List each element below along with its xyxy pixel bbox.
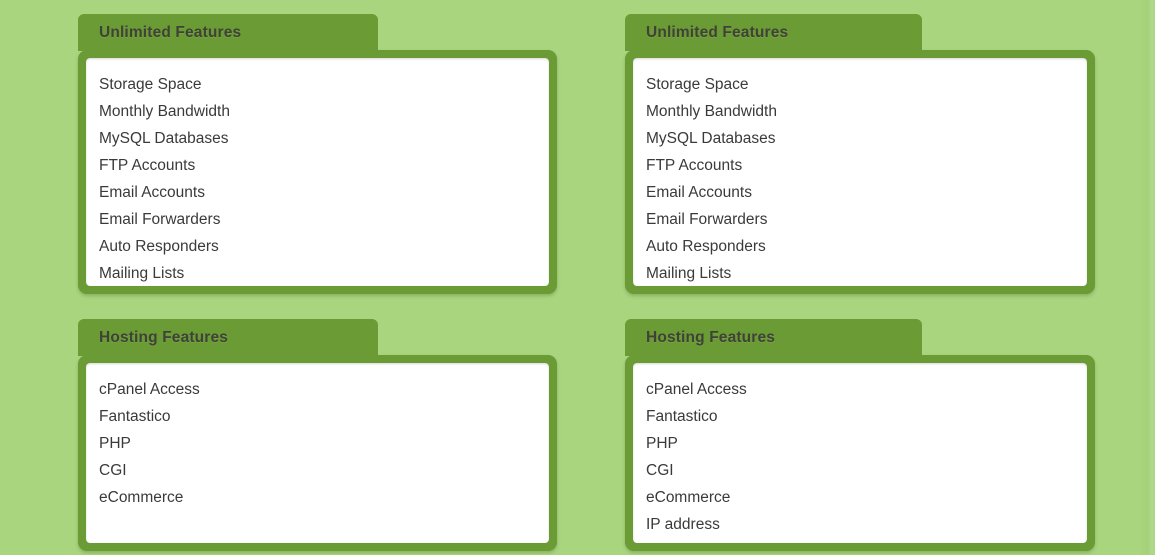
list-item: FTP Accounts bbox=[99, 157, 196, 174]
section-unlimited-features-left: Unlimited Features Storage Space Monthly… bbox=[78, 14, 557, 294]
list-item: Mailing Lists bbox=[99, 265, 185, 282]
section-title: Unlimited Features bbox=[99, 23, 242, 41]
section-header-unlimited-features-left: Unlimited Features bbox=[78, 14, 378, 51]
panel-inner: cPanel Access Fantastico PHP CGI eCommer… bbox=[633, 363, 1087, 543]
list-item: PHP bbox=[99, 435, 131, 452]
list-item: eCommerce bbox=[646, 489, 731, 506]
section-hosting-features-left: Hosting Features cPanel Access Fantastic… bbox=[78, 319, 557, 551]
section-title: Hosting Features bbox=[646, 328, 776, 346]
list-item: Email Accounts bbox=[99, 184, 205, 201]
list-item: Mailing Lists bbox=[646, 265, 732, 282]
section-title: Unlimited Features bbox=[646, 23, 789, 41]
section-unlimited-features-right: Unlimited Features Storage Space Monthly… bbox=[625, 14, 1095, 294]
list-item: Fantastico bbox=[99, 408, 171, 425]
list-item: FTP Accounts bbox=[646, 157, 743, 174]
section-hosting-features-right: Hosting Features cPanel Access Fantastic… bbox=[625, 319, 1095, 551]
panel-inner: cPanel Access Fantastico PHP CGI eCommer… bbox=[86, 363, 549, 543]
list-item: PHP bbox=[646, 435, 678, 452]
list-item: CGI bbox=[646, 462, 674, 479]
list-item: Monthly Bandwidth bbox=[646, 103, 777, 120]
list-item: Auto Responders bbox=[99, 238, 219, 255]
list-item: Email Forwarders bbox=[646, 211, 768, 228]
panel-unlimited-features-left: Storage Space Monthly Bandwidth MySQL Da… bbox=[78, 50, 557, 294]
panel-inner: Storage Space Monthly Bandwidth MySQL Da… bbox=[86, 58, 549, 286]
panel-hosting-features-left: cPanel Access Fantastico PHP CGI eCommer… bbox=[78, 355, 557, 551]
panel-hosting-features-right: cPanel Access Fantastico PHP CGI eCommer… bbox=[625, 355, 1095, 551]
list-item: IP address bbox=[646, 516, 720, 533]
feature-list-hosting-left: cPanel Access Fantastico PHP CGI eCommer… bbox=[99, 376, 549, 511]
list-item: Email Accounts bbox=[646, 184, 752, 201]
section-title: Hosting Features bbox=[99, 328, 229, 346]
list-item: MySQL Databases bbox=[646, 130, 776, 147]
list-item: Monthly Bandwidth bbox=[99, 103, 230, 120]
list-item: Fantastico bbox=[646, 408, 718, 425]
list-item: cPanel Access bbox=[99, 381, 200, 398]
list-item: CGI bbox=[99, 462, 127, 479]
list-item: Email Forwarders bbox=[99, 211, 221, 228]
list-item: Storage Space bbox=[646, 76, 749, 93]
panel-inner: Storage Space Monthly Bandwidth MySQL Da… bbox=[633, 58, 1087, 286]
list-item: Storage Space bbox=[99, 76, 202, 93]
feature-list-unlimited-left: Storage Space Monthly Bandwidth MySQL Da… bbox=[99, 71, 549, 287]
feature-list-unlimited-right: Storage Space Monthly Bandwidth MySQL Da… bbox=[646, 71, 1087, 287]
section-header-unlimited-features-right: Unlimited Features bbox=[625, 14, 922, 51]
section-header-hosting-features-left: Hosting Features bbox=[78, 319, 378, 356]
page-root: Unlimited Features Storage Space Monthly… bbox=[0, 0, 1155, 555]
section-header-hosting-features-right: Hosting Features bbox=[625, 319, 922, 356]
list-item: eCommerce bbox=[99, 489, 184, 506]
list-item: cPanel Access bbox=[646, 381, 747, 398]
feature-columns: Unlimited Features Storage Space Monthly… bbox=[0, 0, 1155, 555]
list-item: Auto Responders bbox=[646, 238, 766, 255]
feature-list-hosting-right: cPanel Access Fantastico PHP CGI eCommer… bbox=[646, 376, 1087, 538]
list-item: MySQL Databases bbox=[99, 130, 229, 147]
panel-unlimited-features-right: Storage Space Monthly Bandwidth MySQL Da… bbox=[625, 50, 1095, 294]
